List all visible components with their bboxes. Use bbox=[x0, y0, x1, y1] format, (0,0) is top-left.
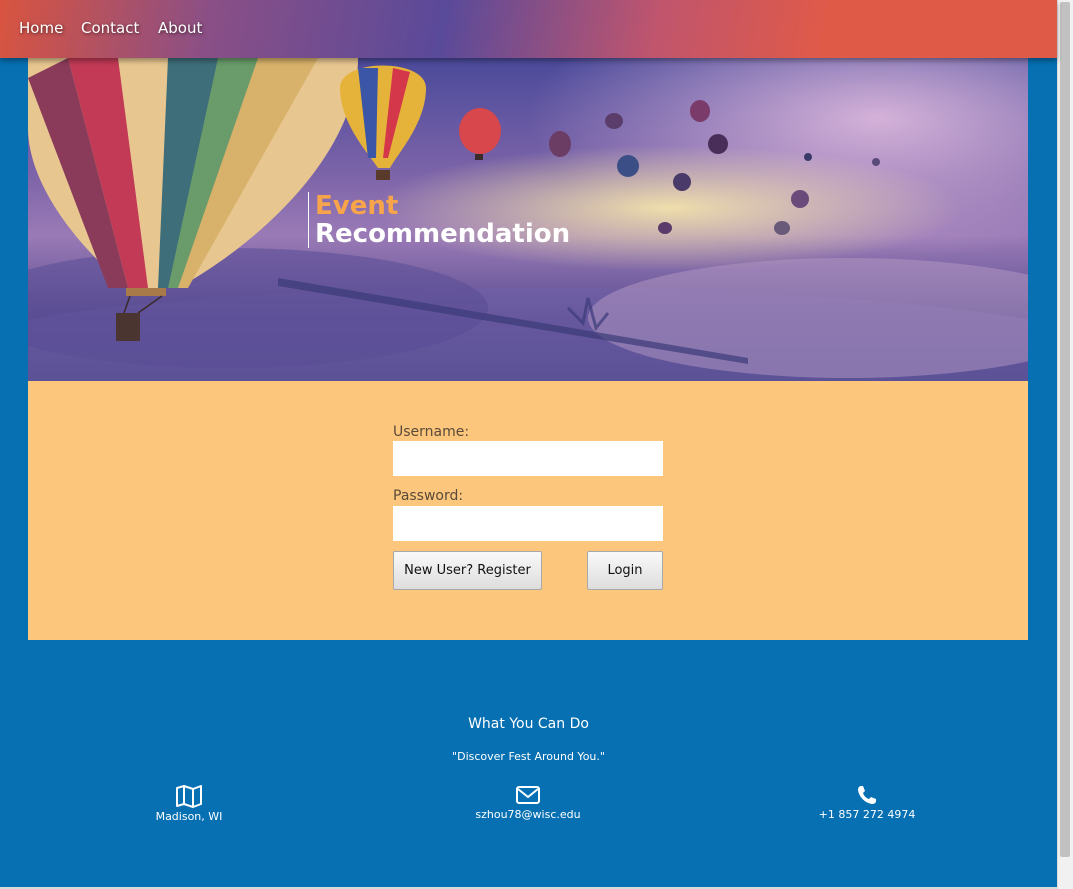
envelope-icon bbox=[516, 786, 540, 804]
footer-heading: What You Can Do bbox=[468, 716, 589, 732]
hero-title: Event Recommendation bbox=[308, 192, 570, 248]
top-navbar: Home Contact About bbox=[0, 0, 1057, 58]
contact-email-text: szhou78@wisc.edu bbox=[475, 808, 581, 821]
nav-about-link[interactable]: About bbox=[158, 19, 202, 37]
nav-home-link[interactable]: Home bbox=[19, 19, 63, 37]
contact-location: Madison, WI bbox=[89, 784, 289, 823]
page-scrollbar[interactable] bbox=[1057, 0, 1073, 889]
contact-phone-text: +1 857 272 4974 bbox=[818, 808, 916, 821]
register-button[interactable]: New User? Register bbox=[393, 551, 542, 590]
hero-title-event: Event bbox=[315, 191, 399, 221]
map-icon bbox=[176, 785, 202, 808]
contact-phone: +1 857 272 4974 bbox=[767, 784, 967, 821]
hero-title-recommendation: Recommendation bbox=[315, 219, 571, 249]
username-label: Username: bbox=[393, 424, 470, 440]
password-input[interactable] bbox=[393, 506, 663, 541]
footer-quote: "Discover Fest Around You." bbox=[452, 750, 605, 763]
contact-email: szhou78@wisc.edu bbox=[428, 784, 628, 821]
password-label: Password: bbox=[393, 488, 464, 504]
phone-icon bbox=[858, 786, 876, 804]
login-panel: Username: Password: New User? Register L… bbox=[28, 381, 1028, 640]
scrollbar-thumb[interactable] bbox=[1060, 2, 1070, 857]
contact-location-text: Madison, WI bbox=[155, 810, 223, 823]
login-button[interactable]: Login bbox=[587, 551, 663, 590]
username-input[interactable] bbox=[393, 441, 663, 476]
nav-contact-link[interactable]: Contact bbox=[81, 19, 139, 37]
hero-banner: Event Recommendation bbox=[28, 58, 1028, 381]
